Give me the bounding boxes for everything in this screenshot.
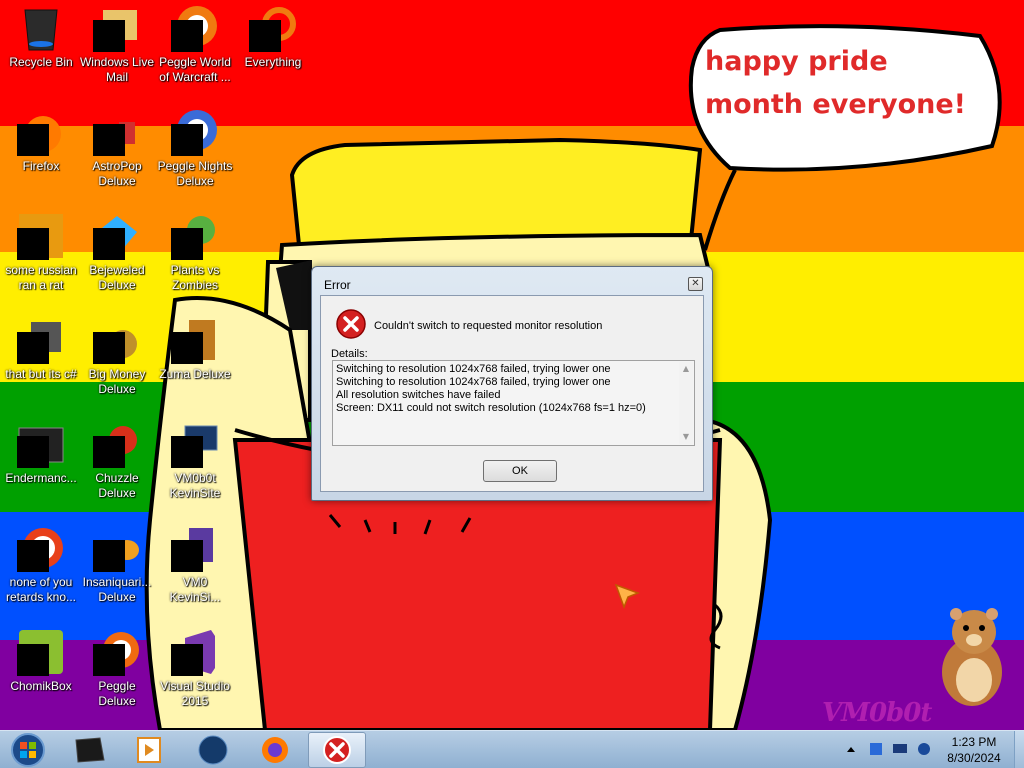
monitor-icon[interactable] [892,741,908,757]
start-button[interactable] [6,732,50,768]
desktop-icon-vm0b0t-kevinsite[interactable]: VM0b0t KevinSite [156,420,234,516]
desktop-icon-windows-live-mail[interactable]: Windows Live Mail [78,4,156,100]
firefox-icon [262,737,288,763]
mouse-cursor-icon [614,583,640,609]
dialog-title: Error [324,278,351,292]
dialog-titlebar[interactable]: Error ✕ [312,267,712,295]
taskbar-app-window[interactable] [60,732,118,768]
astropop-icon [93,108,141,156]
details-scrollbar[interactable]: ▲ ▼ [679,362,693,444]
chuzzle-icon [93,420,141,468]
desktop-icon-none-of-you[interactable]: none of you retards kno... [2,524,80,620]
ok-button[interactable]: OK [483,460,557,482]
taskbar-firefox[interactable] [246,732,304,768]
speech-bubble-text: happy pride month everyone! [705,46,966,120]
everything-search-icon [249,4,297,52]
desktop-icon-everything[interactable]: Everything [234,4,312,100]
error-icon [323,736,351,764]
desktop-icon-some-russian-ran-a-rat[interactable]: some russian ran a rat [2,212,80,308]
details-line: Switching to resolution 1024x768 failed,… [336,363,611,375]
close-button[interactable]: ✕ [688,277,703,291]
terminal-icon [17,420,65,468]
watermark-text: VM0b0t [822,698,932,728]
media-player-icon [137,737,161,763]
files-icon [17,316,65,364]
clock-time: 1:23 PM [951,735,997,749]
monitor-icon [171,420,219,468]
network-icon[interactable] [868,741,884,757]
globe-icon [198,735,228,765]
scroll-up-icon[interactable]: ▲ [681,364,691,374]
desktop-icon-endermanc[interactable]: Endermanc... [2,420,80,516]
taskbar-error-window[interactable] [308,732,366,768]
zuma-icon [171,316,219,364]
bejeweled-icon [93,212,141,260]
peggle-wow-icon [171,4,219,52]
desktop-icon-peggle-world-of-warcraft[interactable]: Peggle World of Warcraft ... [156,4,234,100]
desktop-icon-that-but-its-csharp[interactable]: that but its c# [2,316,80,412]
error-message: Couldn't switch to requested monitor res… [374,320,603,332]
error-dialog: Error ✕ Couldn't switch to requested mon… [311,266,713,501]
desktop-icon-peggle-deluxe[interactable]: Peggle Deluxe [78,628,156,724]
volume-icon[interactable] [916,741,932,757]
details-line: Screen: DX11 could not switch resolution… [336,402,646,414]
clock-date: 8/30/2024 [947,751,1001,765]
app-window-icon [75,737,105,763]
mail-icon [93,4,141,52]
visual-studio-icon [171,628,219,676]
taskbar-clock[interactable]: 1:23 PM 8/30/2024 [934,734,1014,766]
desktop-icon-recycle-bin[interactable]: Recycle Bin [2,4,80,100]
scroll-down-icon[interactable]: ▼ [681,432,691,442]
insaniquarium-icon [93,524,141,572]
desktop-icon-bejeweled-deluxe[interactable]: Bejeweled Deluxe [78,212,156,308]
details-line: All resolution switches have failed [336,389,501,401]
desktop-icon-astropop-deluxe[interactable]: AstroPop Deluxe [78,108,156,204]
windows-orb-icon [11,733,45,767]
chomikbox-icon [17,628,65,676]
browser-icon [17,524,65,572]
peggle-nights-icon [171,108,219,156]
desktop-icon-plants-vs-zombies[interactable]: Plants vs Zombies [156,212,234,308]
desktop-icon-peggle-nights-deluxe[interactable]: Peggle Nights Deluxe [156,108,234,204]
taskbar-media-player[interactable] [120,732,178,768]
desktop-icon-big-money-deluxe[interactable]: Big Money Deluxe [78,316,156,412]
game-icon [17,212,65,260]
peggle-icon [93,628,141,676]
document-icon [171,524,219,572]
big-money-icon [93,316,141,364]
dialog-body: Couldn't switch to requested monitor res… [320,295,704,492]
desktop-icon-chuzzle-deluxe[interactable]: Chuzzle Deluxe [78,420,156,516]
show-desktop-button[interactable] [1014,731,1024,768]
taskbar: 1:23 PM 8/30/2024 [0,730,1024,768]
taskbar-globe[interactable] [184,732,242,768]
recycle-bin-icon [17,4,65,52]
desktop-icon-insaniquarium-deluxe[interactable]: Insaniquari... Deluxe [78,524,156,620]
error-icon [336,309,366,339]
desktop-icon-zuma-deluxe[interactable]: Zuma Deluxe [156,316,234,412]
desktop-icon-visual-studio-2015[interactable]: Visual Studio 2015 [156,628,234,724]
show-hidden-icon[interactable] [846,744,856,754]
details-line: Switching to resolution 1024x768 failed,… [336,376,611,388]
desktop-icon-chomikbox[interactable]: ChomikBox [2,628,80,724]
firefox-icon [17,108,65,156]
hamster-image [942,608,1002,706]
desktop-icon-firefox[interactable]: Firefox [2,108,80,204]
details-label: Details: [331,348,368,360]
desktop-icon-vm0-kevinsite[interactable]: VM0 KevinSi... [156,524,234,620]
pvz-icon [171,212,219,260]
details-textbox[interactable]: Switching to resolution 1024x768 failed,… [332,360,695,446]
